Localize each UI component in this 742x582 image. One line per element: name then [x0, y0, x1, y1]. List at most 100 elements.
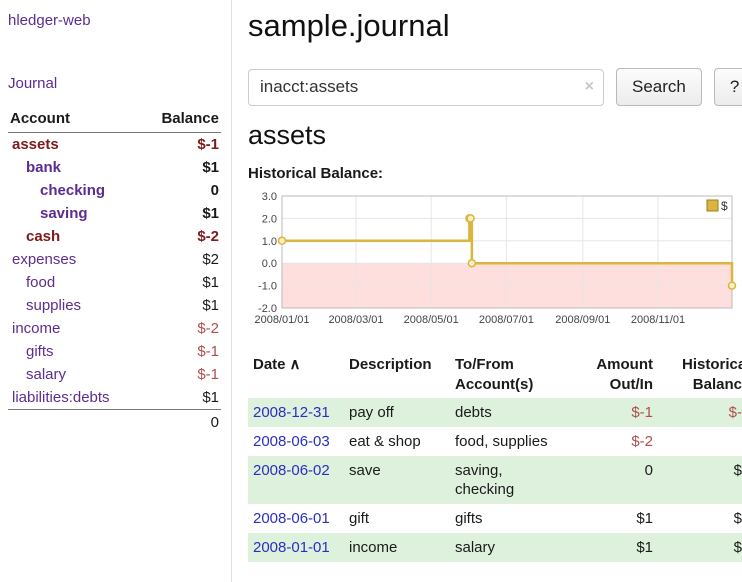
account-row: assets $-1: [8, 133, 221, 157]
svg-text:2008/05/01: 2008/05/01: [404, 314, 459, 326]
svg-text:2008/07/01: 2008/07/01: [479, 314, 534, 326]
account-heading: assets: [248, 120, 742, 151]
transaction-description: eat & shop: [344, 427, 450, 456]
svg-text:2008/03/01: 2008/03/01: [328, 314, 383, 326]
transaction-balance: $2: [658, 504, 742, 533]
accounts-table: Account Balance assets $-1 bank $1 checking 0…: [8, 108, 221, 434]
account-link[interactable]: cash: [26, 228, 60, 245]
account-row: bank $1: [8, 156, 221, 179]
account-link[interactable]: bank: [26, 159, 61, 176]
svg-text:0.0: 0.0: [262, 258, 277, 270]
svg-text:2008/11/01: 2008/11/01: [631, 314, 685, 326]
accounts-total-row: 0: [8, 410, 221, 435]
sidebar-item-journal[interactable]: Journal: [8, 75, 221, 92]
transaction-description: income: [344, 533, 450, 562]
accounts-total-balance: 0: [142, 410, 221, 435]
account-row: liabilities:debts $1: [8, 386, 221, 410]
account-balance: $1: [142, 271, 221, 294]
clear-search-icon[interactable]: ×: [585, 78, 594, 96]
page-title: sample.journal: [248, 8, 742, 44]
accounts-header-account: Account: [8, 108, 142, 133]
account-row: food $1: [8, 271, 221, 294]
accounts-header-balance: Balance: [142, 108, 221, 133]
accounts-header-row: Account Balance: [8, 108, 221, 133]
account-balance: $-1: [142, 133, 221, 157]
account-balance: 0: [142, 179, 221, 202]
transaction-amount: $1: [582, 533, 658, 562]
svg-text:2008/09/01: 2008/09/01: [555, 314, 610, 326]
chart-heading: Historical Balance:: [248, 165, 742, 182]
svg-text:2.0: 2.0: [262, 213, 277, 225]
register-row: 2008-06-01 giftgifts$1$2: [248, 504, 742, 533]
search-box: ×: [248, 69, 604, 106]
sidebar: hledger-web Journal Account Balance asse…: [0, 0, 232, 582]
account-balance: $1: [142, 386, 221, 410]
account-link[interactable]: liabilities:debts: [12, 389, 110, 406]
transaction-balance: $2: [658, 456, 742, 504]
register-col-header: To/From Account(s): [450, 352, 582, 398]
transaction-description: save: [344, 456, 450, 504]
account-balance: $1: [142, 294, 221, 317]
account-row: expenses$2: [8, 248, 221, 271]
register-row: 2008-01-01incomesalary$1$1: [248, 533, 742, 562]
account-row: salary $-1: [8, 363, 221, 386]
register-col-header: Historical Balance: [658, 352, 742, 398]
account-link[interactable]: income: [12, 320, 60, 337]
account-link[interactable]: saving: [40, 205, 88, 222]
account-row: income $-2: [8, 317, 221, 340]
account-balance: $-1: [142, 363, 221, 386]
help-button[interactable]: ?: [714, 68, 742, 106]
transaction-amount: $-2: [582, 427, 658, 456]
svg-text:$: $: [721, 199, 728, 213]
account-row: supplies $1: [8, 294, 221, 317]
transaction-accounts: salary: [450, 533, 582, 562]
transaction-date-link[interactable]: 2008-12-31: [253, 404, 330, 421]
transaction-accounts: saving, checking: [450, 456, 582, 504]
app-window: hledger-web Journal Account Balance asse…: [0, 0, 742, 582]
search-button[interactable]: Search: [616, 68, 702, 106]
account-balance: $1: [142, 202, 221, 225]
svg-text:-1.0: -1.0: [258, 281, 277, 293]
register-body: 2008-12-31pay offdebts$-1$-12008-06-03ea…: [248, 398, 742, 562]
account-link[interactable]: assets: [12, 136, 59, 153]
main-panel: sample.journal × Search ? assets Histori…: [232, 0, 742, 582]
account-link[interactable]: checking: [40, 182, 105, 199]
register-row: 2008-06-02 savesaving, checking0$2: [248, 456, 742, 504]
account-link[interactable]: food: [26, 274, 55, 291]
transaction-amount: $1: [582, 504, 658, 533]
account-link[interactable]: gifts: [26, 343, 54, 360]
transaction-balance: 0: [658, 427, 742, 456]
transaction-balance: $-1: [658, 398, 742, 427]
register-header-row: Date∧DescriptionTo/From Account(s)Amount…: [248, 352, 742, 398]
register-row: 2008-06-03 eat & shopfood, supplies$-20: [248, 427, 742, 456]
transaction-date-link[interactable]: 2008-06-03: [253, 433, 330, 450]
transaction-description: gift: [344, 504, 450, 533]
register-table: Date∧DescriptionTo/From Account(s)Amount…: [248, 352, 742, 562]
search-form: × Search ?: [248, 68, 742, 106]
register-col-header: Amount Out/In: [582, 352, 658, 398]
transaction-description: pay off: [344, 398, 450, 427]
account-row: cash$-2: [8, 225, 221, 248]
search-input[interactable]: [248, 69, 604, 106]
transaction-date-link[interactable]: 2008-06-02: [253, 462, 330, 479]
register-col-header[interactable]: Date∧: [248, 352, 344, 398]
account-link[interactable]: supplies: [26, 297, 81, 314]
account-link[interactable]: salary: [26, 366, 66, 383]
balance-chart: 3.02.01.00.0-1.0-2.02008/01/012008/03/01…: [248, 188, 740, 338]
svg-text:1.0: 1.0: [262, 236, 277, 248]
account-link[interactable]: expenses: [12, 251, 76, 268]
account-row: gifts $-1: [8, 340, 221, 363]
transaction-amount: 0: [582, 456, 658, 504]
transaction-accounts: gifts: [450, 504, 582, 533]
account-balance: $-1: [142, 340, 221, 363]
transaction-accounts: food, supplies: [450, 427, 582, 456]
svg-text:3.0: 3.0: [262, 191, 277, 203]
account-row: checking 0: [8, 179, 221, 202]
app-title-link[interactable]: hledger-web: [8, 12, 221, 29]
account-balance: $1: [142, 156, 221, 179]
transaction-date-link[interactable]: 2008-01-01: [253, 539, 330, 556]
account-balance: $-2: [142, 317, 221, 340]
svg-text:2008/01/01: 2008/01/01: [254, 314, 309, 326]
transaction-date-link[interactable]: 2008-06-01: [253, 510, 330, 527]
sort-ascending-icon[interactable]: ∧: [290, 356, 301, 373]
